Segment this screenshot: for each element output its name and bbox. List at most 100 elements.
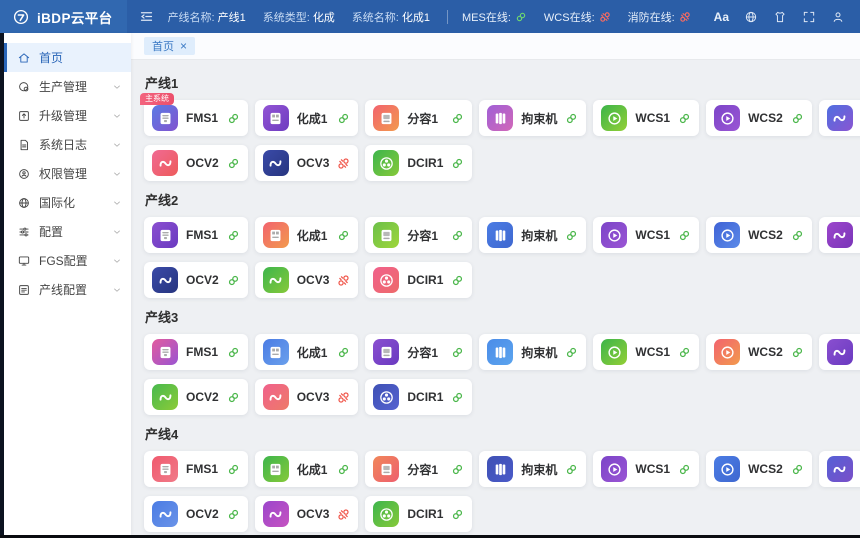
sidebar-item-home[interactable]: 首页: [4, 43, 131, 72]
system-card[interactable]: DCIR1: [365, 262, 472, 298]
play-icon: [601, 105, 627, 131]
link-broken-icon: [337, 157, 350, 170]
info-label: 系统名称:: [352, 12, 399, 24]
system-card[interactable]: OCV2: [144, 379, 248, 415]
tab-strip: 首页 ×: [131, 33, 860, 60]
system-card[interactable]: OCV1: [819, 451, 860, 487]
system-card[interactable]: WCS2: [706, 451, 812, 487]
system-card[interactable]: OCV3: [255, 262, 359, 298]
header-status-item: WCS在线:: [544, 9, 611, 25]
machine-icon: [152, 222, 178, 248]
system-card[interactable]: OCV1: [819, 217, 860, 253]
tab-home[interactable]: 首页 ×: [144, 37, 195, 55]
font-size-icon[interactable]: Aa: [714, 11, 729, 23]
sidebar-item-fgs[interactable]: FGS配置: [4, 246, 131, 275]
info-value: 化成1: [402, 12, 430, 24]
system-card[interactable]: 分容1: [365, 217, 472, 253]
link-online-icon: [227, 229, 240, 242]
card-label: 化成1: [297, 227, 328, 244]
system-card[interactable]: FMS1: [144, 334, 248, 370]
card-label: WCS1: [635, 345, 670, 359]
system-card[interactable]: 化成1: [255, 100, 359, 136]
section-title: 产线3: [145, 307, 850, 326]
card-grid: FMS1主系统化成1分容1拘束机WCS1WCS2OCV1OCV2OCV3DCIR…: [144, 100, 850, 181]
sidebar-item-upgrade[interactable]: 升级管理: [4, 101, 131, 130]
system-card[interactable]: OCV3: [255, 379, 359, 415]
drawer-icon: [373, 222, 399, 248]
system-card[interactable]: 化成1: [255, 334, 359, 370]
system-card[interactable]: OCV2: [144, 496, 248, 532]
sidebar-item-label: 国际化: [39, 194, 75, 211]
system-card[interactable]: 分容1: [365, 451, 472, 487]
link-online-icon: [227, 346, 240, 359]
fullscreen-icon[interactable]: [802, 10, 816, 24]
sidebar-item-i18n[interactable]: 国际化: [4, 188, 131, 217]
wave-icon: [827, 339, 853, 365]
link-online-icon: [451, 157, 464, 170]
wave-icon: [827, 222, 853, 248]
books-icon: [487, 105, 513, 131]
system-card[interactable]: FMS1: [144, 451, 248, 487]
system-card[interactable]: OCV2: [144, 145, 248, 181]
app-window: iBDP云平台 产线名称:产线1系统类型:化成系统名称:化成1 MES在线:WC…: [0, 0, 860, 535]
system-card[interactable]: 拘束机: [479, 217, 586, 253]
system-card[interactable]: OCV1: [819, 100, 860, 136]
chevron-down-icon: [112, 82, 122, 92]
system-card[interactable]: DCIR1: [365, 145, 472, 181]
system-card[interactable]: OCV3: [255, 496, 359, 532]
logo-block: iBDP云平台: [0, 0, 127, 33]
system-card[interactable]: DCIR1: [365, 379, 472, 415]
system-card[interactable]: OCV1: [819, 334, 860, 370]
system-card[interactable]: OCV3: [255, 145, 359, 181]
sidebar-item-label: FGS配置: [39, 252, 88, 269]
system-card[interactable]: 分容1: [365, 334, 472, 370]
lineconfig-icon: [17, 283, 31, 297]
wave-icon: [263, 501, 289, 527]
link-online-icon: [337, 463, 350, 476]
system-card[interactable]: OCV2: [144, 262, 248, 298]
link-online-icon: [227, 274, 240, 287]
system-card[interactable]: DCIR1: [365, 496, 472, 532]
system-card[interactable]: WCS2: [706, 217, 812, 253]
system-card[interactable]: FMS1: [144, 217, 248, 253]
system-card[interactable]: WCS2: [706, 100, 812, 136]
system-card[interactable]: WCS2: [706, 334, 812, 370]
card-label: WCS2: [748, 462, 783, 476]
sidebar-item-config[interactable]: 配置: [4, 217, 131, 246]
user-icon[interactable]: [831, 10, 845, 24]
system-card[interactable]: WCS1: [593, 100, 699, 136]
sidebar-item-syslog[interactable]: 系统日志: [4, 130, 131, 159]
top-bar: iBDP云平台 产线名称:产线1系统类型:化成系统名称:化成1 MES在线:WC…: [0, 0, 860, 33]
chevron-down-icon: [112, 111, 122, 121]
sidebar: 首页生产管理升级管理系统日志权限管理国际化配置 FGS配置产线配置: [4, 33, 131, 535]
play-icon: [714, 105, 740, 131]
system-card[interactable]: WCS1: [593, 451, 699, 487]
sidebar-item-permission[interactable]: 权限管理: [4, 159, 131, 188]
system-card[interactable]: WCS1: [593, 217, 699, 253]
system-card[interactable]: 拘束机: [479, 451, 586, 487]
system-card[interactable]: 化成1: [255, 451, 359, 487]
card-label: WCS2: [748, 345, 783, 359]
sidebar-item-production[interactable]: 生产管理: [4, 72, 131, 101]
tab-close-icon[interactable]: ×: [180, 40, 187, 52]
system-card[interactable]: 分容1: [365, 100, 472, 136]
system-card[interactable]: WCS1: [593, 334, 699, 370]
card-label: OCV3: [297, 273, 330, 287]
sidebar-item-label: 升级管理: [39, 107, 87, 124]
card-label: 化成1: [297, 110, 328, 127]
system-card[interactable]: 拘束机: [479, 334, 586, 370]
card-grid: FMS1化成1分容1拘束机WCS1WCS2OCV1OCV2OCV3DCIR1: [144, 217, 850, 298]
sidebar-collapse-icon[interactable]: [139, 9, 154, 24]
chevron-down-icon: [112, 140, 122, 150]
system-card[interactable]: 拘束机: [479, 100, 586, 136]
system-card[interactable]: FMS1主系统: [144, 100, 248, 136]
theme-icon[interactable]: [773, 10, 787, 24]
language-icon[interactable]: [744, 10, 758, 24]
link-online-icon: [451, 463, 464, 476]
system-card[interactable]: 化成1: [255, 217, 359, 253]
card-label: 拘束机: [521, 344, 557, 361]
sidebar-item-label: 权限管理: [39, 165, 87, 182]
sidebar-item-lineconfig[interactable]: 产线配置: [4, 275, 131, 304]
card-label: OCV2: [186, 273, 219, 287]
body-wrap: 首页生产管理升级管理系统日志权限管理国际化配置 FGS配置产线配置 首页 × 产线…: [0, 33, 860, 535]
